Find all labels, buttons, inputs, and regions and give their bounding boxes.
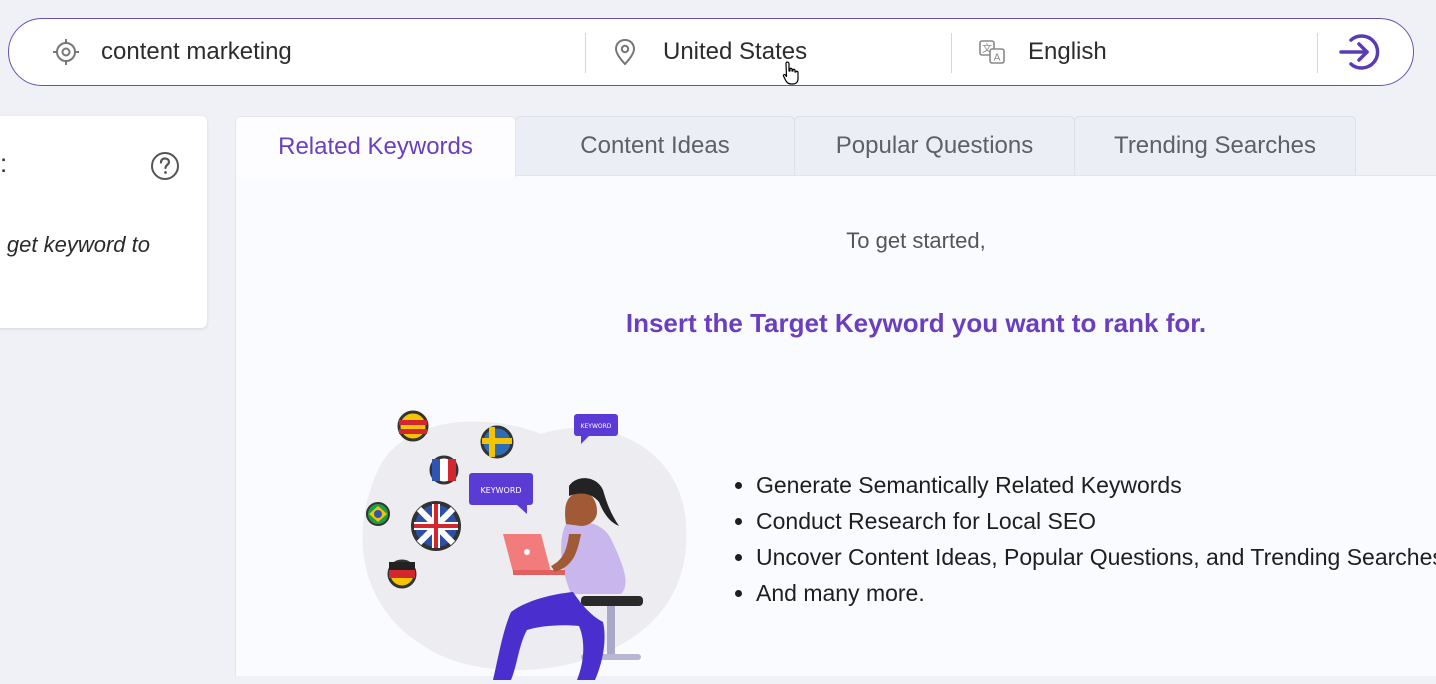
hand-cursor-icon xyxy=(782,61,799,85)
list-item: And many more. xyxy=(756,575,1436,611)
main-panel: To get started, Insert the Target Keywor… xyxy=(235,175,1436,680)
card-description: get keyword to xyxy=(6,232,150,257)
language-select[interactable]: English xyxy=(1028,19,1107,85)
intro-text: To get started, xyxy=(846,228,986,253)
translate-icon: 文 A xyxy=(979,40,1005,64)
keyword-input[interactable]: content marketing xyxy=(101,19,292,85)
svg-text:A: A xyxy=(994,53,1001,64)
list-item: Conduct Research for Local SEO xyxy=(756,503,1436,539)
target-icon xyxy=(53,39,79,65)
list-item: Uncover Content Ideas, Popular Questions… xyxy=(756,539,1436,575)
tab-popular-questions[interactable]: Popular Questions xyxy=(794,116,1075,175)
divider xyxy=(585,33,586,73)
card-title: : xyxy=(0,148,8,178)
map-pin-icon xyxy=(614,38,636,66)
search-bar: content marketing United States 文 A Engl… xyxy=(8,18,1414,86)
headline: Insert the Target Keyword you want to ra… xyxy=(625,308,1207,338)
language-value[interactable]: English xyxy=(1028,38,1107,66)
tab-related-keywords[interactable]: Related Keywords xyxy=(235,116,516,177)
germany-flag-icon xyxy=(387,559,417,589)
spain-flag-icon xyxy=(397,410,429,442)
uk-flag-icon xyxy=(411,501,461,551)
keyword-value[interactable]: content marketing xyxy=(101,38,292,66)
france-flag-icon xyxy=(429,455,459,485)
help-circle-icon[interactable] xyxy=(150,151,180,181)
tab-content-ideas[interactable]: Content Ideas xyxy=(515,116,795,175)
keyword-research-illustration: KEYWORD KEYWORD xyxy=(362,410,687,680)
divider xyxy=(951,33,952,73)
arrow-right-circle-icon[interactable] xyxy=(1337,32,1381,72)
divider xyxy=(1317,33,1318,73)
list-item: Generate Semantically Related Keywords xyxy=(756,467,1436,503)
sweden-flag-icon xyxy=(480,425,514,459)
keyword-badge-label: KEYWORD xyxy=(480,486,521,495)
tab-trending-searches[interactable]: Trending Searches xyxy=(1074,116,1356,175)
feature-list: Generate Semantically Related Keywords C… xyxy=(734,467,1436,611)
keyword-info-card: : get keyword to xyxy=(0,116,207,328)
brazil-flag-icon xyxy=(366,502,390,526)
keyword-badge-label: KEYWORD xyxy=(581,423,612,430)
